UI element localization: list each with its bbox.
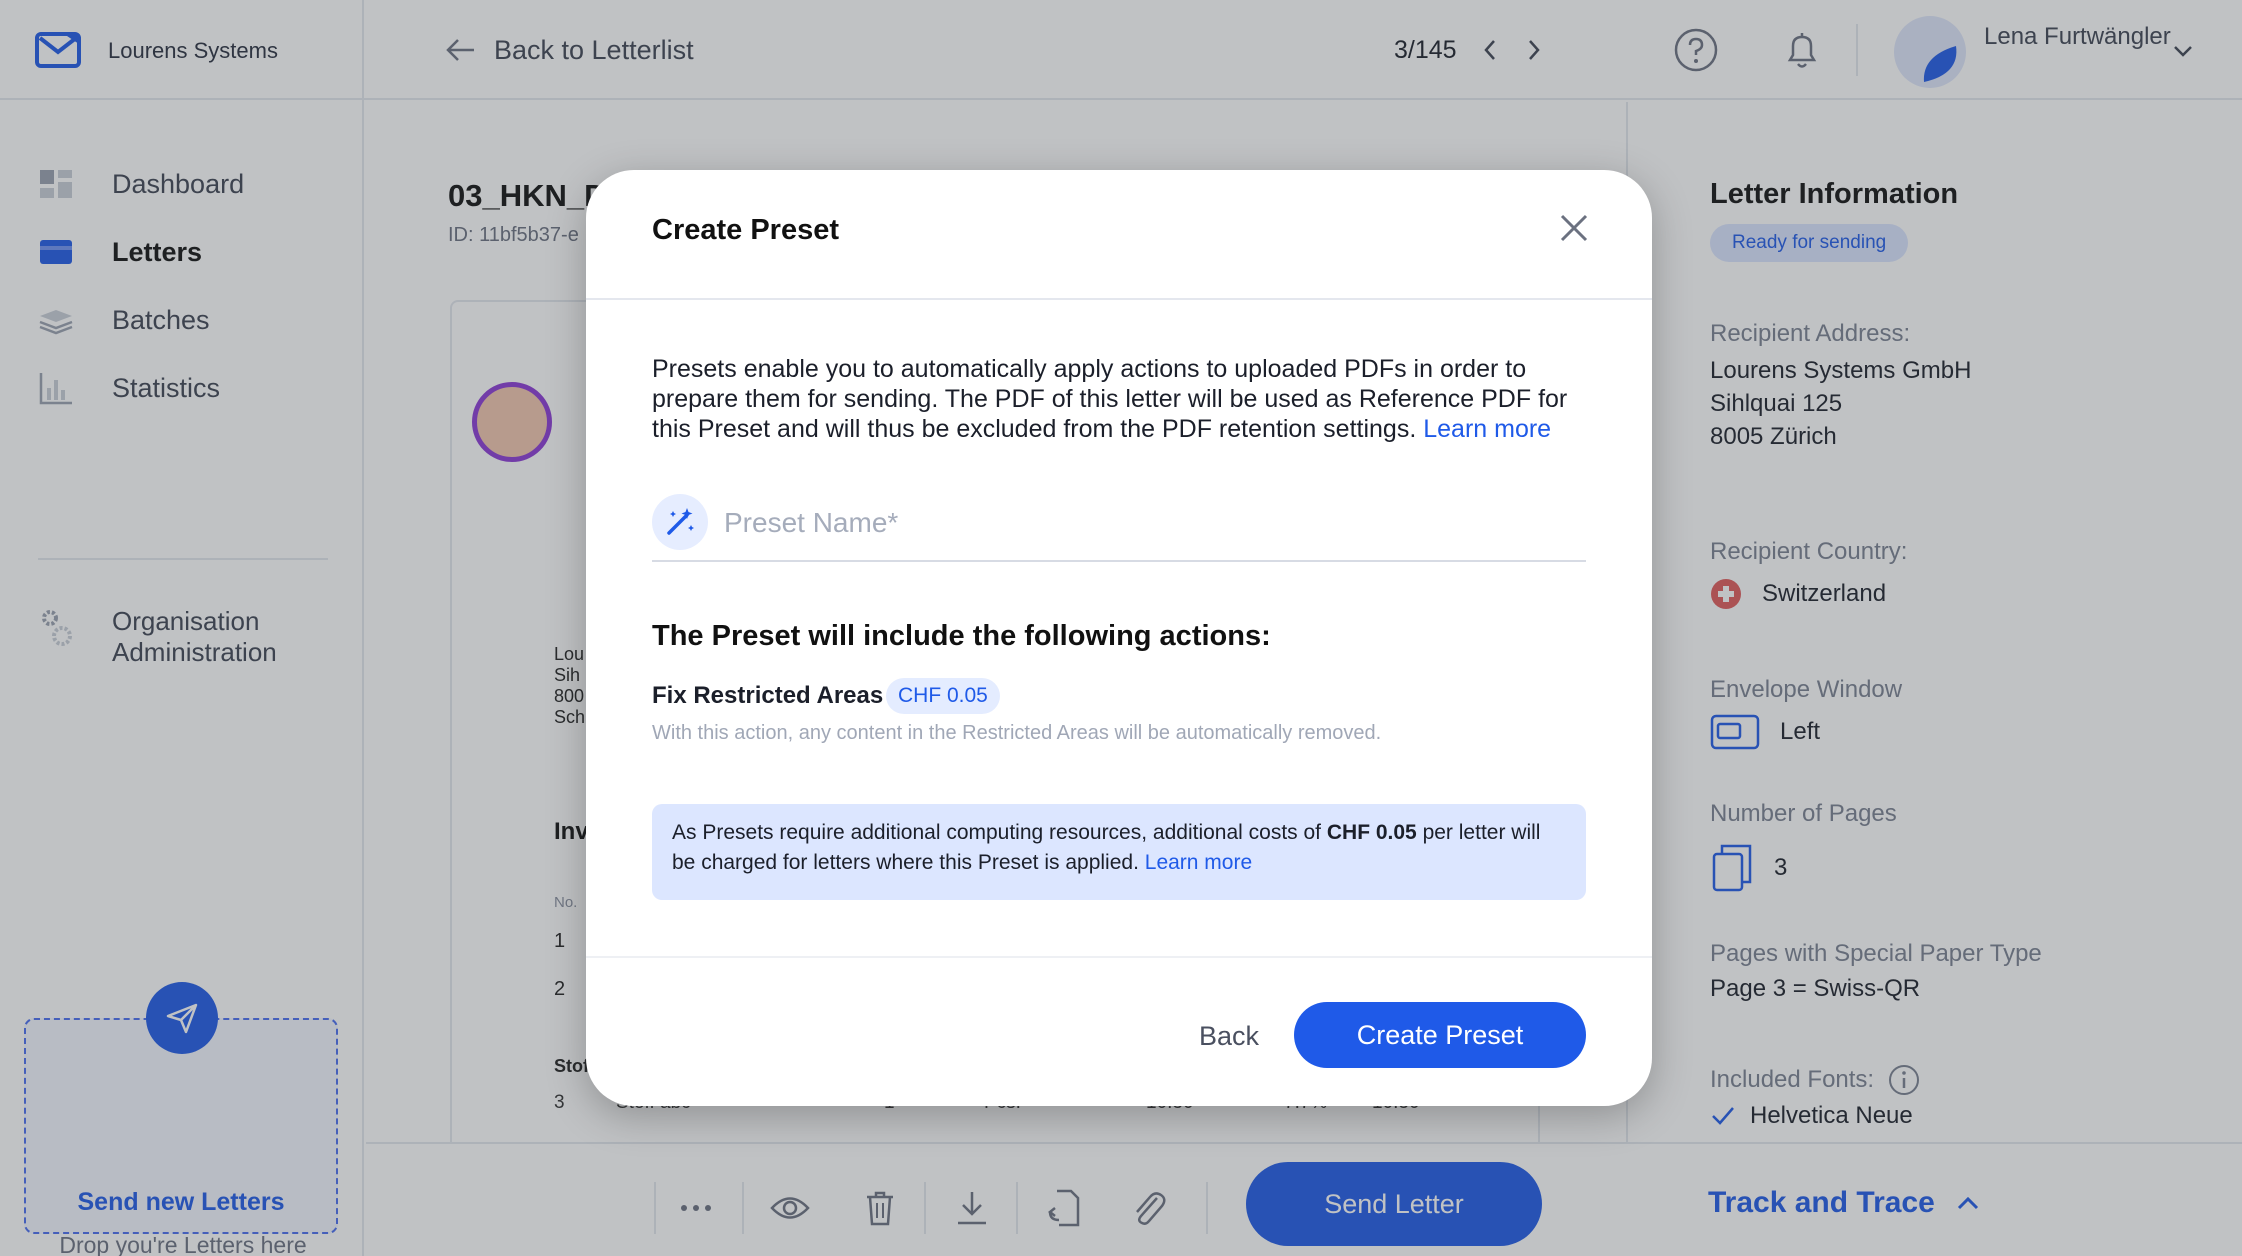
back-button[interactable]: Back — [1164, 1004, 1294, 1068]
dialog-footer-divider — [586, 956, 1652, 958]
action-price-badge: CHF 0.05 — [886, 678, 1000, 714]
create-preset-button[interactable]: Create Preset — [1294, 1002, 1586, 1068]
app-root: Lourens Systems Back to Letterlist 3/145 — [0, 0, 2242, 1256]
learn-more-link[interactable]: Learn more — [1423, 415, 1551, 443]
actions-section-title: The Preset will include the following ac… — [652, 620, 1271, 652]
magic-wand-icon — [652, 494, 708, 550]
dialog-divider — [586, 298, 1652, 300]
close-icon[interactable] — [1554, 208, 1594, 248]
create-preset-dialog: Create Preset Presets enable you to auto… — [586, 170, 1652, 1106]
info-text-pre: As Presets require additional computing … — [672, 821, 1322, 844]
preset-name-input[interactable] — [724, 498, 1574, 548]
info-cost: CHF 0.05 — [1326, 821, 1417, 844]
action-name: Fix Restricted Areas — [652, 682, 884, 709]
preset-name-field[interactable] — [652, 486, 1586, 562]
action-description: With this action, any content in the Res… — [652, 722, 1382, 744]
cost-info-box: As Presets require additional computing … — [652, 804, 1586, 900]
info-learn-more-link[interactable]: Learn more — [1145, 851, 1252, 874]
dialog-title: Create Preset — [652, 214, 839, 246]
dialog-description: Presets enable you to automatically appl… — [652, 354, 1592, 444]
